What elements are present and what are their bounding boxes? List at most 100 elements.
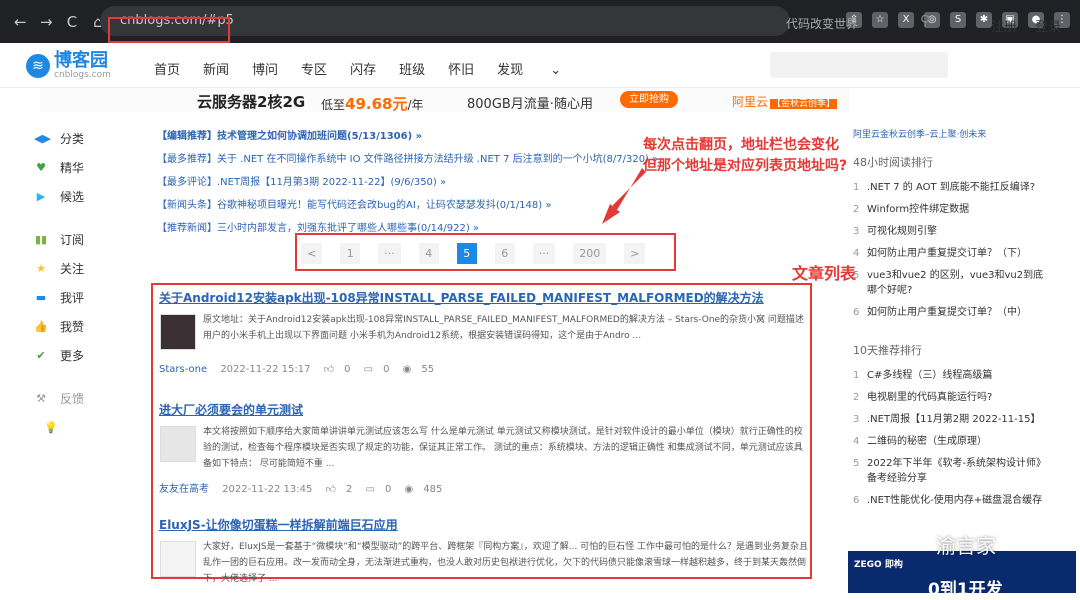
article-date: 2022-11-22 13:45 [222, 484, 313, 495]
read-rank-item[interactable]: 1 .NET 7 的 AOT 到底能不能扛反编译? [853, 180, 1053, 195]
pager-page[interactable]: 1 [340, 243, 361, 264]
annotation-line: 但那个地址是对应列表页地址吗? [643, 158, 848, 174]
recommend-link[interactable]: 【最多评论】.NET周报【11月第3期 2022-11-22】(9/6/350)… [157, 173, 658, 196]
comment-icon[interactable]: ▭ [364, 364, 373, 375]
list-item: EluxJS-让你像切蛋糕一样拆解前端巨石应用 大家好，EluxJS是一套基于“… [159, 516, 809, 584]
read-rank-item[interactable]: 3 可视化规则引擎 [853, 224, 1053, 239]
pager-page-current[interactable]: 5 [456, 243, 477, 264]
sidebar-item-category[interactable]: ◀▶ 分类 [34, 124, 84, 153]
article-title[interactable]: 关于Android12安装apk出现-108异常INSTALL_PARSE_FA… [159, 289, 809, 306]
rank-number: 5 [853, 270, 860, 281]
banner-price: 低至49.68元/年 [321, 93, 424, 114]
sidebar-item-subscribe[interactable]: ▮▮ 订阅 [34, 225, 84, 254]
recommend-rank-item[interactable]: 3 .NET周报【11月第2期 2022-11-15】 [853, 412, 1053, 427]
sidebar-item-label: 我赞 [60, 320, 85, 334]
article-title[interactable]: 进大厂必须要会的单元测试 [159, 401, 809, 418]
sidebar-item-label: 分类 [60, 132, 85, 146]
recommend-rank-item[interactable]: 5 2022年下半年《软考-系统架构设计师》备考经验分享 [853, 456, 1053, 486]
search-icon[interactable]: ⚲ [920, 13, 930, 29]
article-author[interactable]: Stars-one [159, 364, 207, 375]
watermark: 渝言家 [936, 534, 996, 558]
pager-page[interactable]: 6 [494, 243, 515, 264]
sidebar-item-featured[interactable]: ♥ 精华 [34, 153, 84, 182]
sidebar-item-more[interactable]: ✔ 更多 [34, 341, 84, 370]
article-title[interactable]: EluxJS-让你像切蛋糕一样拆解前端巨石应用 [159, 516, 809, 533]
read-rank-item[interactable]: 6 如何防止用户重复提交订单？（中） [853, 305, 1053, 320]
annotation-line: 每次点击翻页，地址栏也会变化 [643, 137, 839, 153]
like-count: 0 [344, 364, 351, 375]
comment-count: 0 [384, 484, 392, 495]
recommend-rank-item[interactable]: 1 C#多线程（三）线程高级篇 [853, 368, 1053, 383]
sidebar-item-tip[interactable]: 💡 [34, 413, 84, 442]
menu-item-nostalgia[interactable]: 怀旧 [448, 59, 474, 78]
extension-icon[interactable]: X [898, 12, 914, 28]
menu-item-home[interactable]: 首页 [154, 59, 180, 78]
sidebar-item-feedback[interactable]: ⚒ 反馈 [34, 384, 84, 413]
pager-page[interactable]: 4 [418, 243, 439, 264]
pager-ellipsis[interactable]: ··· [378, 243, 401, 264]
list-item: 进大厂必须要会的单元测试 本文将按照如下顺序给大家简单讲讲单元测试应该怎么写 什… [159, 401, 809, 495]
article-author[interactable]: 友友在高考 [159, 484, 209, 495]
author-avatar[interactable] [160, 314, 196, 350]
rank-title: 二维码的秘密（生成原理） [867, 436, 987, 447]
sidebar-item-follow[interactable]: ★ 关注 [34, 254, 84, 283]
menu-item-class[interactable]: 班级 [399, 59, 425, 78]
pager-prev[interactable]: < [301, 243, 323, 264]
recommend-link[interactable]: 【最多推荐】关于 .NET 在不同操作系统中 IO 文件路径拼接方法结升级 .N… [157, 150, 658, 173]
sidebar-item-label: 精华 [60, 161, 85, 175]
back-icon[interactable]: ← [14, 13, 27, 31]
annotation-arrow-icon [602, 168, 646, 224]
sidebar-item-my-likes[interactable]: 👍 我赞 [34, 312, 84, 341]
sidebar-item-my-comments[interactable]: ▬ 我评 [34, 283, 84, 312]
rank-title: 如何防止用户重复提交订单？（中） [867, 307, 1027, 318]
menu-item-zone[interactable]: 专区 [301, 59, 327, 78]
rank-number: 6 [853, 307, 860, 318]
lightbulb-icon: 💡 [44, 421, 58, 434]
recommend-link[interactable]: 【编辑推荐】技术管理之如何协调加班问题(5/13/1306) » [157, 127, 658, 150]
bookmark-star-icon[interactable]: ☆ [872, 12, 888, 28]
url-highlight-box [108, 17, 230, 43]
puzzle-icon[interactable]: ✱ [976, 12, 992, 28]
comment-icon[interactable]: ▭ [366, 484, 375, 495]
recommend-link[interactable]: 【新闻头条】谷歌神秘项目曝光！能写代码还会改bug的AI，让码农瑟瑟发抖(0/1… [157, 196, 658, 219]
search-box[interactable] [770, 52, 948, 78]
pager-next[interactable]: > [624, 243, 646, 264]
heart-icon: ♥ [36, 161, 46, 174]
menu-item-discover[interactable]: 发现 ⌄ [497, 59, 584, 78]
author-avatar[interactable] [160, 541, 196, 577]
like-count: 2 [345, 484, 353, 495]
promo-link[interactable]: 阿里云金秋云创季–云上聚·创未来 [853, 127, 1053, 140]
banner-subtitle: 800GB月流量·随心用 [467, 97, 593, 112]
read-rank-item[interactable]: 5 vue3和vue2 的区别，vue3和vu2到底哪个好呢? [853, 268, 1053, 298]
register-link[interactable]: 注册 [991, 20, 1017, 35]
login-link[interactable]: 登录 [1035, 20, 1061, 35]
category-icon: ◀▶ [34, 132, 51, 145]
menu-item-news[interactable]: 新闻 [203, 59, 229, 78]
subscribe-icon: ▮▮ [34, 233, 48, 246]
read-rank-item[interactable]: 4 如何防止用户重复提交订单？（下） [853, 246, 1053, 261]
rank-number: 5 [853, 458, 860, 469]
rank-title: 如何防止用户重复提交订单？（下） [867, 248, 1027, 259]
reload-icon[interactable]: C [66, 13, 78, 31]
read-rank-item[interactable]: 2 Winform控件绑定数据 [853, 202, 1053, 217]
menu-item-flash[interactable]: 闪存 [350, 59, 376, 78]
forward-icon[interactable]: → [40, 13, 53, 31]
like-icon[interactable]: 👍︎ [326, 484, 336, 495]
recommend-rank-item[interactable]: 2 电视剧里的代码真能运行吗? [853, 390, 1053, 405]
menu-item-questions[interactable]: 博问 [252, 59, 278, 78]
search-input[interactable]: 代码改变世界 [786, 15, 858, 32]
ad-banner[interactable] [40, 88, 850, 112]
site-logo[interactable]: ≋ 博客园 cnblogs.com [26, 52, 111, 80]
recommend-rank-item[interactable]: 6 .NET性能优化-使用内存+磁盘混合缓存 [853, 493, 1053, 508]
logo-domain: cnblogs.com [54, 70, 111, 80]
recommend-rank-item[interactable]: 4 二维码的秘密（生成原理） [853, 434, 1053, 449]
pager-page[interactable]: 200 [573, 243, 607, 264]
banner-buy-button[interactable]: 立即抢购 [620, 91, 678, 108]
extension-icon[interactable]: S [950, 12, 966, 28]
banner-title: 云服务器2核2G [197, 93, 306, 111]
like-icon[interactable]: 👍︎ [324, 364, 334, 375]
pager-ellipsis[interactable]: ··· [532, 243, 556, 264]
sidebar-item-candidate[interactable]: ▶ 候选 [34, 182, 84, 211]
rank-title: .NET性能优化-使用内存+磁盘混合缓存 [867, 495, 1043, 506]
author-avatar[interactable] [160, 426, 196, 462]
